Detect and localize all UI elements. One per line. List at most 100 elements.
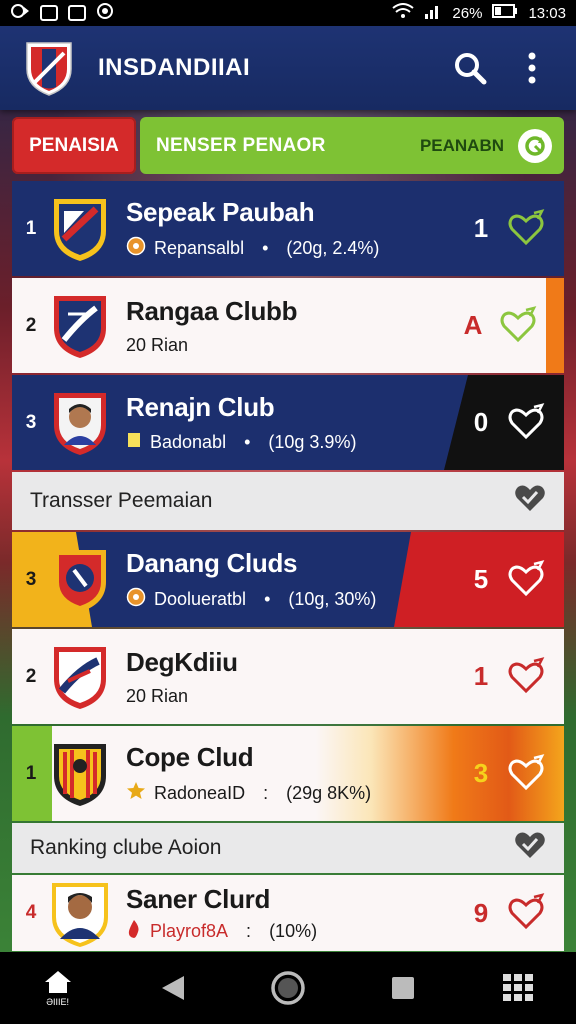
- more-vert-icon: [528, 52, 536, 84]
- club-name: Sepeak Paubah: [126, 197, 315, 227]
- tab-penaisia[interactable]: PENAISIA: [12, 117, 136, 174]
- score: 0: [473, 407, 489, 437]
- separator: •: [262, 238, 269, 258]
- score: 5: [473, 564, 489, 594]
- meta-value: (10g 3.9%): [268, 432, 357, 452]
- club-name: Cope Clud: [126, 742, 254, 772]
- rank: 2: [25, 665, 37, 687]
- tab-green-label: NENSER PENAOR: [156, 134, 326, 156]
- club-name: Saner Clurd: [126, 883, 271, 914]
- favorite-button[interactable]: [506, 753, 546, 794]
- meta-value: (29g 8K%): [286, 783, 372, 803]
- score: 1: [473, 661, 489, 691]
- apps-button[interactable]: [488, 958, 548, 1018]
- tab-green-sub: PEANABN: [419, 135, 504, 155]
- heart-icon: [508, 208, 545, 245]
- recents-button[interactable]: [373, 958, 433, 1018]
- back-button[interactable]: [143, 958, 203, 1018]
- more-options-button[interactable]: [512, 48, 552, 88]
- refresh-button[interactable]: [518, 128, 552, 163]
- table-row[interactable]: 3 Renajn Club Badonabl • (10g 3.9%) 0: [12, 375, 564, 470]
- club-name: Rangaa Clubb: [126, 296, 298, 326]
- player-avatar: [50, 877, 110, 949]
- club-name: Renajn Club: [126, 392, 275, 422]
- meta-label: 20 Rian: [126, 686, 189, 706]
- table-row[interactable]: 1 Sepeak Paubah Repansalbl • (20g, 2.4%)…: [12, 181, 564, 276]
- heart-icon: [508, 656, 545, 693]
- club-name: Danang Cluds: [126, 548, 298, 578]
- home-label: ƏIIIE!: [46, 997, 69, 1007]
- club-crest-icon: [50, 290, 110, 362]
- score: 3: [473, 758, 489, 788]
- table-row[interactable]: 1 Cope Clud RadoneaID : (29g 8K%) 3: [12, 726, 564, 821]
- home-tab-button[interactable]: ƏIIIE!: [28, 958, 88, 1018]
- club-shield-logo[interactable]: [24, 39, 74, 97]
- heart-icon: [508, 402, 545, 439]
- search-button[interactable]: [450, 48, 490, 88]
- club-list: 1 Sepeak Paubah Repansalbl • (20g, 2.4%)…: [12, 181, 564, 953]
- settings-notification-icon: [96, 2, 114, 24]
- table-row[interactable]: 3 Danang Cluds Doolueratbl • (10g, 30%) …: [12, 532, 564, 627]
- club-crest-icon: [50, 641, 110, 713]
- heart-icon: [500, 305, 537, 342]
- favorite-button[interactable]: [498, 305, 538, 346]
- rank: 3: [25, 411, 37, 433]
- section-header[interactable]: Ranking clube Aoion: [12, 823, 564, 873]
- section-title: Ranking clube Aoion: [30, 836, 222, 859]
- player-avatar: [50, 387, 110, 459]
- system-nav-bar: ƏIIIE!: [0, 952, 576, 1024]
- score: 1: [473, 213, 489, 243]
- separator: •: [244, 432, 251, 452]
- rank: 2: [25, 314, 37, 336]
- favorite-button[interactable]: [506, 559, 546, 600]
- refresh-icon: [525, 135, 545, 156]
- home-icon: [44, 971, 71, 993]
- home-circle-icon: [271, 971, 305, 1005]
- orange-stripe: [546, 278, 564, 373]
- wifi-icon: [392, 3, 415, 23]
- tag-icon: [126, 431, 142, 454]
- home-button[interactable]: [258, 958, 318, 1018]
- search-icon: [455, 53, 487, 85]
- medal-icon: [126, 236, 146, 261]
- back-icon: [161, 976, 184, 1000]
- club-crest-icon: [50, 544, 110, 616]
- favorite-button[interactable]: [506, 402, 546, 443]
- check-heart-icon[interactable]: [514, 483, 546, 519]
- tab-bar: PENAISIA NENSER PENAOR PEANABN: [12, 117, 564, 174]
- club-crest-icon: [50, 738, 110, 810]
- favorite-button[interactable]: [506, 656, 546, 697]
- favorite-button[interactable]: [506, 208, 546, 249]
- meta-label: Repansalbl: [154, 238, 245, 258]
- meta-value: (10%): [269, 920, 318, 941]
- table-row[interactable]: 2 DegKdiiu 20 Rian 1: [12, 629, 564, 724]
- table-row[interactable]: 4 Saner Clurd Playrof8A : (10%) 9: [12, 875, 564, 951]
- clock: 13:03: [528, 4, 566, 22]
- tab-nenser-penaor[interactable]: NENSER PENAOR PEANABN: [140, 117, 564, 174]
- battery-icon: [492, 4, 518, 22]
- meta-value: (10g, 30%): [288, 589, 377, 609]
- star-icon: [126, 781, 146, 806]
- section-title: Transser Peemaian: [30, 489, 213, 512]
- favorite-button[interactable]: [506, 893, 546, 933]
- section-header[interactable]: Transser Peemaian: [12, 472, 564, 530]
- check-heart-icon[interactable]: [514, 830, 546, 866]
- club-name: DegKdiiu: [126, 647, 238, 677]
- club-crest-icon: [50, 193, 110, 265]
- meta-label: RadoneaID: [154, 783, 246, 803]
- meta-label: Doolueratbl: [154, 589, 247, 609]
- apps-grid-icon: [503, 974, 534, 1001]
- recents-icon: [392, 977, 415, 999]
- signal-icon: [424, 3, 442, 23]
- score: A: [463, 310, 483, 340]
- meta-label: 20 Rian: [126, 335, 189, 355]
- black-stripe: [444, 375, 564, 470]
- flame-icon: [126, 919, 142, 944]
- meta-label: Playrof8A: [150, 920, 229, 941]
- notification-icon: [10, 3, 30, 23]
- mail-notification-icon: [68, 5, 86, 21]
- status-bar: 26% 13:03: [0, 0, 576, 26]
- table-row[interactable]: 2 Rangaa Clubb 20 Rian A: [12, 278, 564, 373]
- rank: 1: [25, 762, 37, 784]
- medal-icon: [126, 587, 146, 612]
